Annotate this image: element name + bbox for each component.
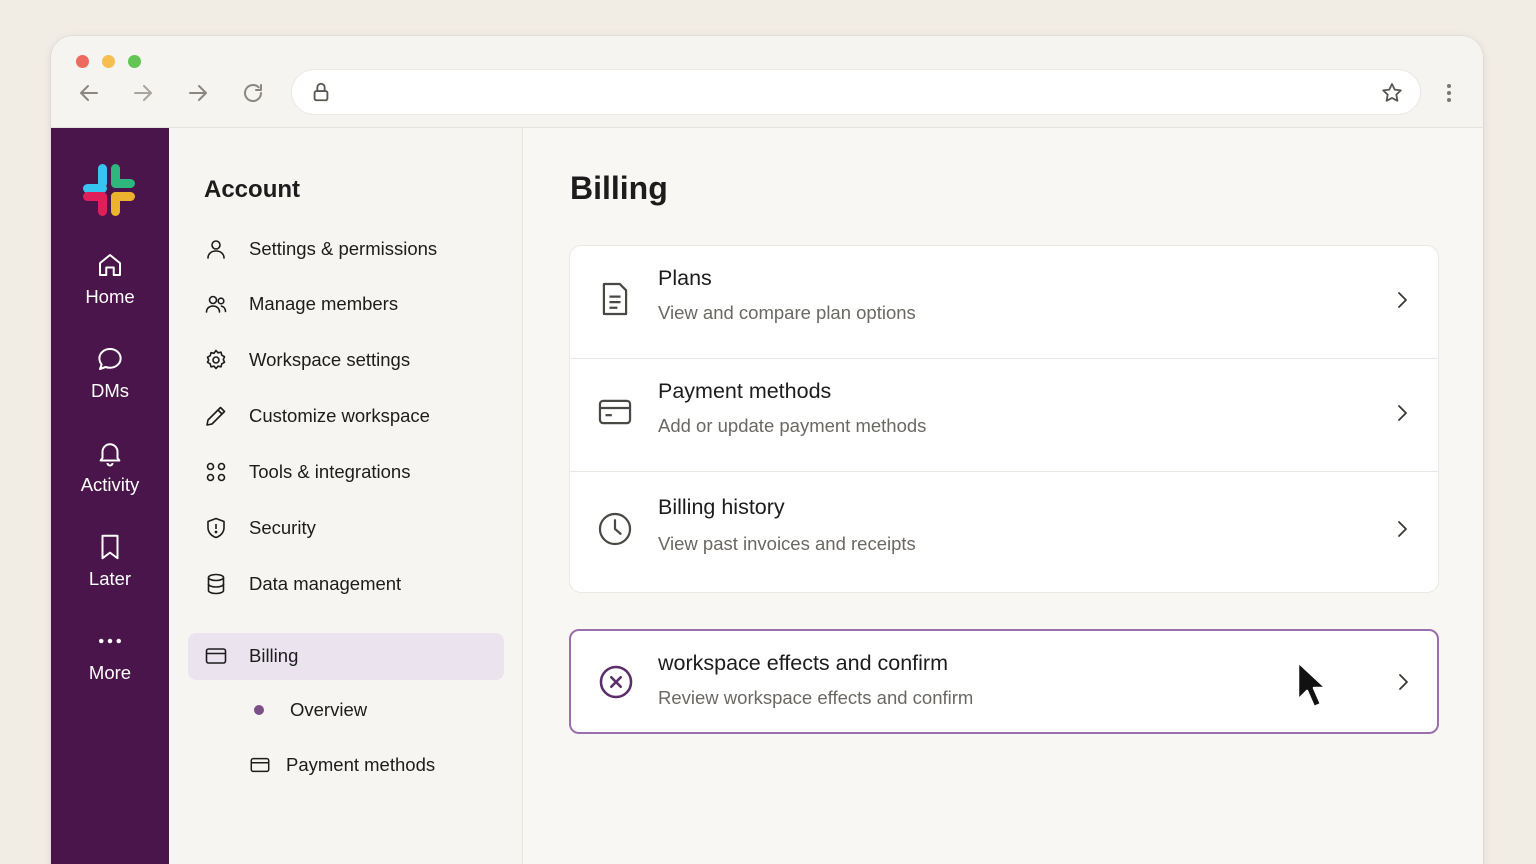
database-icon (207, 573, 225, 595)
sidebar-item-security[interactable]: Security (204, 513, 316, 543)
rail-item-more[interactable]: More (51, 626, 169, 684)
sidebar-item-label: Workspace settings (249, 349, 411, 370)
forward-button-2[interactable] (184, 79, 212, 107)
gear-icon (206, 349, 226, 370)
active-dot-icon (254, 705, 264, 715)
sidebar-item-customize-workspace[interactable]: Customize workspace (204, 401, 430, 431)
document-icon (602, 282, 628, 316)
rail-item-later[interactable]: Later (51, 532, 169, 590)
browser-toolbar (51, 36, 1483, 128)
users-icon (205, 295, 227, 313)
sidebar-subitem-overview[interactable]: Overview (249, 695, 367, 725)
rail-item-label: DMs (90, 380, 130, 401)
chevron-right-icon (1399, 674, 1408, 690)
user-icon (207, 240, 225, 259)
kebab-icon[interactable] (1437, 81, 1461, 105)
option-title: Plans (658, 266, 712, 290)
rail-item-label: Home (85, 286, 135, 307)
rail-item-label: Later (88, 568, 132, 589)
reload-icon (244, 84, 262, 102)
sidebar-subitem-label: Payment methods (286, 754, 436, 775)
pencil-icon (206, 406, 226, 426)
rail-item-label: More (88, 662, 132, 683)
back-button[interactable] (75, 79, 103, 107)
close-window-button[interactable] (76, 55, 89, 68)
sidebar-item-label: Billing (249, 645, 299, 666)
sidebar-item-billing[interactable]: Billing (204, 641, 298, 671)
rail-item-label: Activity (80, 474, 140, 495)
sidebar-item-label: Security (249, 517, 316, 538)
sidebar-item-tools-integrations[interactable]: Tools & integrations (204, 457, 410, 487)
reload-button[interactable] (239, 79, 267, 107)
sidebar-subitem-payment-methods[interactable]: Payment methods (249, 750, 435, 780)
option-subtitle: Review workspace effects and confirm (658, 687, 974, 708)
billing-option-billing-history[interactable]: Billing history View past invoices and r… (570, 472, 1438, 593)
back-icon (80, 85, 98, 101)
maximize-window-button[interactable] (128, 55, 141, 68)
billing-options-card: Plans View and compare plan options Paym… (569, 245, 1439, 593)
rail-item-home[interactable]: Home (51, 250, 169, 308)
bell-icon (99, 443, 121, 467)
sidebar-item-settings-permissions[interactable]: Settings & permissions (204, 234, 437, 264)
sidebar-subitem-label: Overview (290, 699, 368, 720)
chevron-right-icon (1398, 292, 1407, 308)
page-title: Billing (570, 170, 668, 206)
lock-icon (313, 82, 329, 102)
account-sidebar: Account Settings & permissions Manage me… (169, 128, 523, 864)
forward-icon (134, 85, 152, 101)
forward-icon (189, 85, 207, 101)
sidebar-item-label: Manage members (249, 293, 399, 314)
sidebar-item-workspace-settings[interactable]: Workspace settings (204, 345, 410, 375)
billing-option-plans[interactable]: Plans View and compare plan options (570, 246, 1438, 359)
chevron-right-icon (1398, 405, 1407, 421)
sidebar-item-label: Settings & permissions (249, 238, 438, 259)
forward-button[interactable] (129, 79, 157, 107)
minimize-window-button[interactable] (102, 55, 115, 68)
chevron-right-icon (1398, 521, 1407, 537)
option-subtitle: View and compare plan options (658, 302, 916, 323)
billing-option-payment-methods[interactable]: Payment methods Add or update payment me… (570, 359, 1438, 472)
rail-item-activity[interactable]: Activity (51, 438, 169, 496)
sidebar-title: Account (204, 176, 300, 203)
billing-main: Billing Plans View and compare plan opti… (523, 128, 1483, 864)
card-icon (205, 648, 227, 664)
star-icon[interactable] (1380, 81, 1404, 105)
chat-icon (98, 348, 122, 370)
bookmark-icon (101, 534, 119, 560)
clock-icon (598, 512, 632, 546)
app-rail: Home DMs Activity Later More (51, 128, 169, 864)
option-subtitle: View past invoices and receipts (658, 533, 916, 554)
shield-icon (207, 517, 225, 539)
sidebar-item-manage-members[interactable]: Manage members (204, 289, 398, 319)
rail-item-dms[interactable]: DMs (51, 344, 169, 402)
card-icon (598, 399, 632, 425)
sidebar-item-data-management[interactable]: Data management (204, 569, 401, 599)
sidebar-item-label: Data management (249, 573, 402, 594)
mouse-cursor-icon (1296, 660, 1328, 709)
browser-window: Home DMs Activity Later More Account Set… (51, 36, 1483, 864)
card-icon (250, 757, 270, 773)
address-bar[interactable] (291, 69, 1421, 115)
x-circle-icon (599, 665, 633, 699)
slack-logo-icon (83, 164, 135, 216)
grid-icon (206, 462, 226, 482)
option-subtitle: Add or update payment methods (658, 415, 927, 436)
more-icon (99, 638, 121, 644)
option-title: Payment methods (658, 379, 832, 403)
option-title: Billing history (658, 495, 785, 519)
sidebar-item-label: Customize workspace (249, 405, 430, 426)
home-icon (99, 254, 121, 276)
option-title: workspace effects and confirm (658, 651, 948, 675)
sidebar-item-label: Tools & integrations (249, 461, 411, 482)
